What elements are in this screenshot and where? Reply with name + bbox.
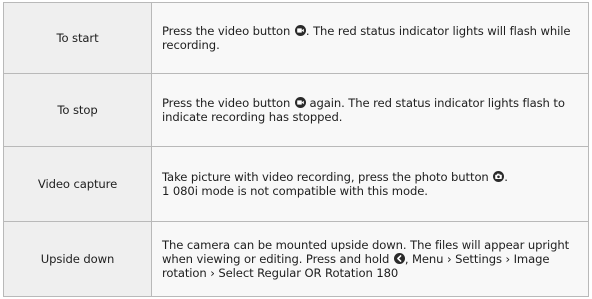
video-record-icon (294, 25, 306, 37)
row-description: Take picture with video recording, press… (151, 146, 589, 222)
row-description: Press the video button again. The red st… (151, 73, 589, 148)
row-label: Upside down (3, 220, 152, 298)
photo-camera-icon (493, 171, 505, 183)
row-label: To start (3, 1, 152, 75)
feature-table: To start Press the video button . The re… (3, 1, 589, 298)
back-arrow-icon (393, 252, 405, 264)
row-label: Video capture (3, 146, 152, 222)
table-row: To start Press the video button . The re… (3, 1, 589, 75)
video-record-icon (294, 97, 306, 109)
table-row: To stop Press the video button again. Th… (3, 73, 589, 148)
table-row: Video capture Take picture with video re… (3, 146, 589, 222)
row-label: To stop (3, 73, 152, 148)
row-description: Press the video button . The red status … (151, 1, 589, 75)
table-row: Upside down The camera can be mounted up… (3, 220, 589, 298)
row-description: The camera can be mounted upside down. T… (151, 220, 589, 298)
